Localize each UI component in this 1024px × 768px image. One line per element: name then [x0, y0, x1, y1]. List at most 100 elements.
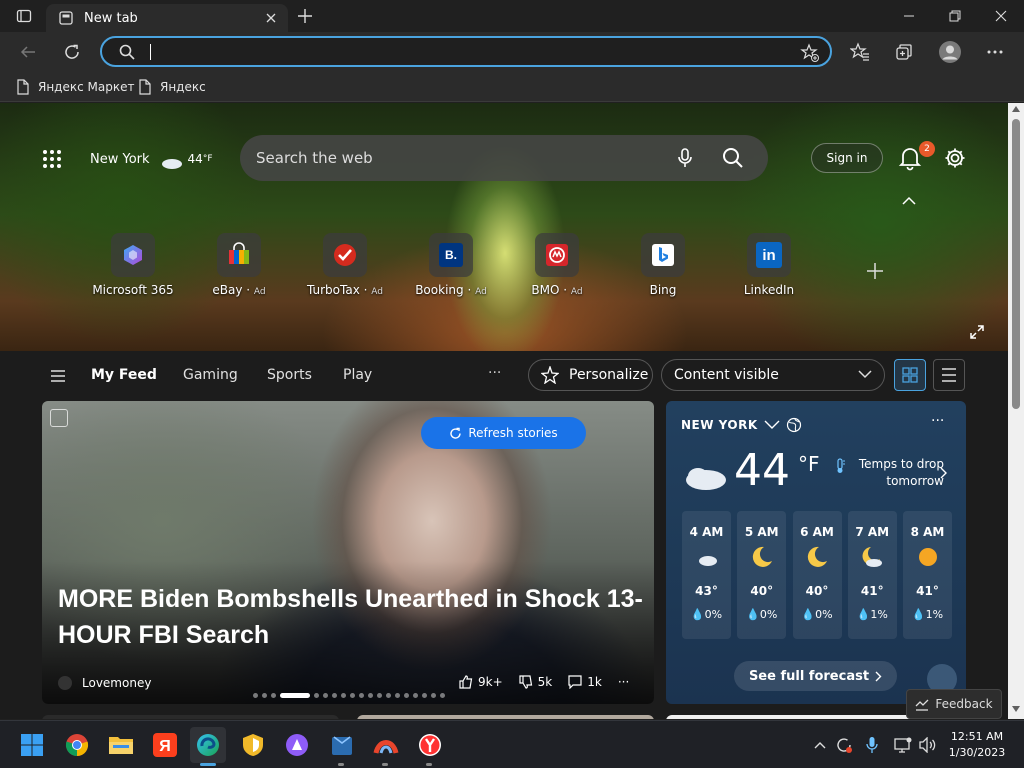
- hourly-forecast-item[interactable]: 5 AM 40° 💧0%: [737, 511, 787, 639]
- quicklink-ebay[interactable]: eBay · Ad: [191, 233, 287, 303]
- taskbar-yandex-browser[interactable]: [416, 731, 444, 759]
- scroll-up-arrow-icon[interactable]: [1012, 106, 1020, 112]
- taskbar-edge[interactable]: [190, 727, 226, 763]
- weather-card[interactable]: NEW YORK ··· 44 °F Temps to drop tomorro…: [666, 401, 966, 704]
- bookmark-yandex-market[interactable]: Яндекс Маркет: [16, 77, 134, 97]
- tray-volume[interactable]: [918, 735, 938, 755]
- back-button[interactable]: [14, 38, 42, 66]
- chevron-right-icon[interactable]: [940, 467, 948, 479]
- taskbar-clock[interactable]: 12:51 AM 1/30/2023: [944, 729, 1010, 761]
- gear-icon[interactable]: [944, 147, 966, 169]
- dislike-button[interactable]: 5k: [519, 675, 552, 689]
- tab-new-tab[interactable]: New tab: [46, 4, 288, 32]
- grid-view-button[interactable]: [894, 359, 926, 391]
- chevron-up-icon[interactable]: [901, 195, 917, 207]
- globe-icon[interactable]: [786, 417, 802, 433]
- tray-network[interactable]: [893, 735, 913, 755]
- taskbar-browser-shield[interactable]: [239, 731, 267, 759]
- content-visibility-dropdown[interactable]: Content visible: [661, 359, 885, 391]
- restore-button[interactable]: [932, 0, 978, 32]
- close-window-button[interactable]: [978, 0, 1024, 32]
- carousel-dot[interactable]: [404, 693, 409, 698]
- story-source[interactable]: Lovemoney: [58, 674, 151, 692]
- weather-location-selector[interactable]: NEW YORK: [681, 417, 802, 433]
- carousel-dot[interactable]: [341, 693, 346, 698]
- quicklink-linkedin[interactable]: in LinkedIn: [721, 233, 817, 303]
- scrollbar-thumb[interactable]: [1012, 119, 1020, 409]
- page-scrollbar[interactable]: [1008, 103, 1024, 719]
- feed-tab-sports[interactable]: Sports: [267, 367, 312, 383]
- comments-button[interactable]: 1k: [568, 675, 602, 689]
- carousel-dot[interactable]: [323, 693, 328, 698]
- carousel-dot[interactable]: [271, 693, 276, 698]
- carousel-dot[interactable]: [368, 693, 373, 698]
- hamburger-menu-icon[interactable]: [50, 369, 66, 383]
- taskbar-yandex[interactable]: Я: [151, 731, 179, 759]
- quicklink-microsoft-365[interactable]: Microsoft 365: [85, 233, 181, 303]
- tray-sync[interactable]: [834, 735, 854, 755]
- carousel-dot[interactable]: [377, 693, 382, 698]
- start-button[interactable]: [18, 731, 46, 759]
- weather-widget-mini[interactable]: New York 44 °F: [90, 147, 213, 171]
- carousel-dot[interactable]: [422, 693, 427, 698]
- tray-microphone[interactable]: [862, 735, 882, 755]
- top-story-card[interactable]: Refresh stories MORE Biden Bombshells Un…: [42, 401, 654, 704]
- feed-tab-my-feed[interactable]: My Feed: [91, 367, 157, 383]
- quicklink-booking[interactable]: B. Booking · Ad: [403, 233, 499, 303]
- collections-button[interactable]: [890, 38, 918, 66]
- refresh-button[interactable]: [58, 38, 86, 66]
- hourly-forecast-item[interactable]: 8 AM 41° 💧1%: [903, 511, 952, 639]
- address-bar[interactable]: [100, 36, 832, 67]
- expand-background-icon[interactable]: [970, 325, 984, 339]
- hourly-forecast-item[interactable]: 4 AM 43° 💧0%: [682, 511, 731, 639]
- new-tab-button[interactable]: [294, 5, 316, 27]
- app-launcher-icon[interactable]: [42, 149, 62, 169]
- like-button[interactable]: 9k+: [459, 675, 503, 689]
- carousel-dot[interactable]: [413, 693, 418, 698]
- carousel-dot[interactable]: [431, 693, 436, 698]
- scroll-down-arrow-icon[interactable]: [1012, 706, 1020, 712]
- search-icon[interactable]: [722, 147, 744, 169]
- show-hidden-icons-button[interactable]: [810, 735, 830, 755]
- feedback-button[interactable]: Feedback: [906, 689, 1002, 719]
- hourly-forecast-item[interactable]: 6 AM 40° 💧0%: [792, 511, 842, 639]
- minimize-button[interactable]: [886, 0, 932, 32]
- refresh-stories-button[interactable]: Refresh stories: [421, 417, 586, 449]
- profile-button[interactable]: [936, 38, 964, 66]
- carousel-dot[interactable]: [314, 693, 319, 698]
- settings-more-button[interactable]: [981, 38, 1009, 66]
- carousel-dot[interactable]: [262, 693, 267, 698]
- quicklink-bmo[interactable]: BMO · Ad: [509, 233, 605, 303]
- address-input[interactable]: [152, 41, 752, 63]
- weather-alert[interactable]: Temps to drop tomorrow: [832, 456, 944, 490]
- list-view-button[interactable]: [933, 359, 965, 391]
- add-favorite-icon[interactable]: [800, 43, 820, 63]
- carousel-dot[interactable]: [359, 693, 364, 698]
- hourly-forecast-item[interactable]: 7 AM 41° 💧1%: [847, 511, 897, 639]
- carousel-dot[interactable]: [395, 693, 400, 698]
- feed-card-partial[interactable]: [357, 715, 654, 719]
- web-search-box[interactable]: Search the web: [240, 135, 768, 181]
- taskbar-app-red-arc[interactable]: [372, 731, 400, 759]
- feed-card-partial[interactable]: [42, 715, 339, 719]
- see-full-forecast-button[interactable]: See full forecast: [734, 661, 897, 691]
- sign-in-button[interactable]: Sign in: [811, 143, 883, 173]
- tab-actions-button[interactable]: [8, 5, 40, 27]
- feed-tab-gaming[interactable]: Gaming: [183, 367, 238, 383]
- add-quicklink-plus-icon[interactable]: [865, 261, 885, 281]
- microphone-icon[interactable]: [678, 148, 692, 168]
- taskbar-chrome[interactable]: [63, 731, 91, 759]
- carousel-dot[interactable]: [253, 693, 258, 698]
- personalize-button[interactable]: Personalize: [528, 359, 653, 391]
- feed-tab-play[interactable]: Play: [343, 367, 372, 383]
- carousel-dot[interactable]: [350, 693, 355, 698]
- carousel-dot[interactable]: [440, 693, 445, 698]
- bookmark-yandex[interactable]: Яндекс: [138, 77, 206, 97]
- story-headline[interactable]: MORE Biden Bombshells Unearthed in Shock…: [58, 581, 648, 653]
- carousel-dot-active[interactable]: [280, 693, 310, 698]
- taskbar-alice[interactable]: [283, 731, 311, 759]
- taskbar-file-explorer[interactable]: [107, 731, 135, 759]
- quicklink-turbotax[interactable]: TurboTax · Ad: [297, 233, 393, 303]
- taskbar-store[interactable]: [328, 731, 356, 759]
- feed-more-button[interactable]: ···: [488, 365, 501, 381]
